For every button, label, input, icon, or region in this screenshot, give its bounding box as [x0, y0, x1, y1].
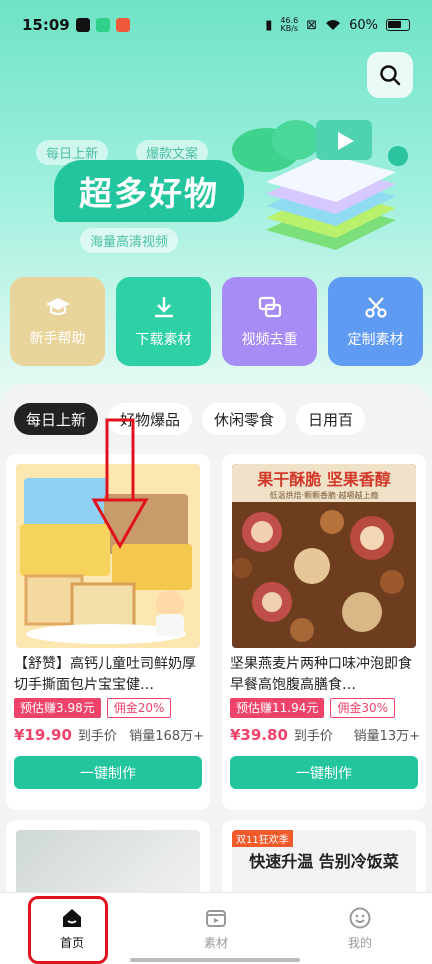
price-row: ¥19.90 到手价 销量168万+ [14, 725, 204, 744]
battery-icon [386, 19, 410, 31]
tiktok-icon [75, 18, 90, 32]
quick-help-button[interactable]: 新手帮助 [10, 277, 105, 366]
sales-count: 销量13万+ [353, 729, 420, 744]
battery-level: 60% [349, 17, 378, 33]
nav-profile[interactable]: 我的 [288, 893, 432, 964]
app-icon-2 [115, 18, 130, 32]
quick-help-label: 新手帮助 [29, 330, 86, 347]
product-card[interactable]: 果干酥脆 坚果香醇 低温烘焙·颗颗香脆·越嚼越上瘾 坚果燕麦片两种口味冲泡即食早… [222, 454, 426, 810]
product-card[interactable] [6, 820, 210, 894]
status-bar: 15:09 ▮ 46.6 KB/s ⊠ 60% [0, 0, 432, 50]
app-icon [95, 18, 110, 32]
status-time: 15:09 [22, 16, 70, 34]
quick-actions: 新手帮助 下载素材 视频去重 定制素材 [10, 277, 424, 367]
product-tags: 预估赚3.98元 佣金20% [14, 698, 172, 718]
product-image [16, 830, 200, 894]
estimate-badge: 预估赚3.98元 [14, 698, 101, 718]
nuts-illustration [232, 502, 416, 648]
image-banner-title: 果干酥脆 坚果香醇 [257, 470, 391, 489]
product-tags: 预估赚11.94元 佣金30% [230, 698, 396, 718]
download-icon [154, 296, 173, 317]
annotation-arrow [91, 418, 149, 550]
wifi-icon [326, 20, 341, 30]
quick-custom-label: 定制素材 [347, 331, 404, 348]
product-title: 坚果燕麦片两种口味冲泡即食早餐高饱腹高膳食… [230, 656, 412, 693]
signal-icon: ⊠ [306, 17, 318, 33]
price-row: ¥39.80 到手价 销量13万+ [230, 725, 420, 744]
tab-snacks[interactable]: 休闲零食 [202, 403, 287, 435]
product-price: ¥39.80 [230, 726, 288, 744]
quick-dedupe-button[interactable]: 视频去重 [222, 277, 317, 366]
one-click-make-button[interactable]: 一键制作 [230, 756, 418, 789]
product-feed: 每日上新 好物爆品 休闲零食 日用百 【舒赞】高钙儿童吐司鲜奶厚切手撕面包片宝宝… [0, 384, 432, 894]
product-card[interactable]: 双11狂欢季 快速升温 告别冷饭菜 [222, 820, 426, 894]
quick-download-label: 下载素材 [135, 331, 192, 348]
material-icon [206, 910, 226, 927]
search-button[interactable] [367, 52, 413, 98]
highlight-box [28, 896, 108, 964]
search-icon [380, 65, 401, 86]
duplicate-icon [258, 296, 281, 317]
one-click-make-button[interactable]: 一键制作 [14, 756, 202, 789]
image-headline: 快速升温 告别冷饭菜 [249, 852, 399, 871]
estimate-badge: 预估赚11.94元 [230, 698, 325, 718]
vibrate-icon: ▮ [265, 17, 273, 33]
promo-banner[interactable]: 每日上新 爆款文案 超多好物 海量高清视频 [30, 120, 410, 260]
home-indicator [130, 958, 300, 962]
quick-dedupe-label: 视频去重 [241, 331, 298, 348]
product-image-banner: 果干酥脆 坚果香醇 低温烘焙·颗颗香脆·越嚼越上瘾 [232, 464, 416, 502]
price-label: 到手价 [293, 729, 333, 744]
commission-badge: 佣金20% [106, 698, 172, 718]
product-image: 果干酥脆 坚果香醇 低温烘焙·颗颗香脆·越嚼越上瘾 [232, 464, 416, 648]
smile-icon [349, 907, 371, 929]
nav-profile-label: 我的 [347, 936, 372, 950]
product-image: 双11狂欢季 快速升温 告别冷饭菜 [232, 830, 416, 894]
quick-custom-button[interactable]: 定制素材 [328, 277, 423, 366]
tab-daily-use[interactable]: 日用百 [296, 403, 366, 435]
product-title: 【舒赞】高钙儿童吐司鲜奶厚切手撕面包片宝宝健… [14, 656, 196, 693]
video-stack-illustration [232, 120, 408, 250]
net-speed: 46.6 KB/s [280, 16, 299, 33]
quick-download-button[interactable]: 下载素材 [116, 277, 211, 366]
nav-material-label: 素材 [203, 936, 228, 950]
sales-count: 销量168万+ [129, 729, 204, 744]
banner-pill-video: 海量高清视频 [80, 228, 179, 253]
scissors-icon [364, 296, 387, 318]
graduation-cap-icon [45, 297, 70, 315]
nav-material[interactable]: 素材 [144, 893, 288, 964]
tab-daily[interactable]: 每日上新 [14, 403, 99, 435]
promo-tag: 双11狂欢季 [232, 830, 293, 847]
category-tabs: 每日上新 好物爆品 休闲零食 日用百 [14, 403, 366, 435]
product-price: ¥19.90 [14, 726, 72, 744]
image-banner-subtitle: 低温烘焙·颗颗香脆·越嚼越上瘾 [269, 491, 379, 500]
price-label: 到手价 [77, 729, 117, 744]
commission-badge: 佣金30% [330, 698, 396, 718]
banner-title: 超多好物 [54, 160, 244, 222]
